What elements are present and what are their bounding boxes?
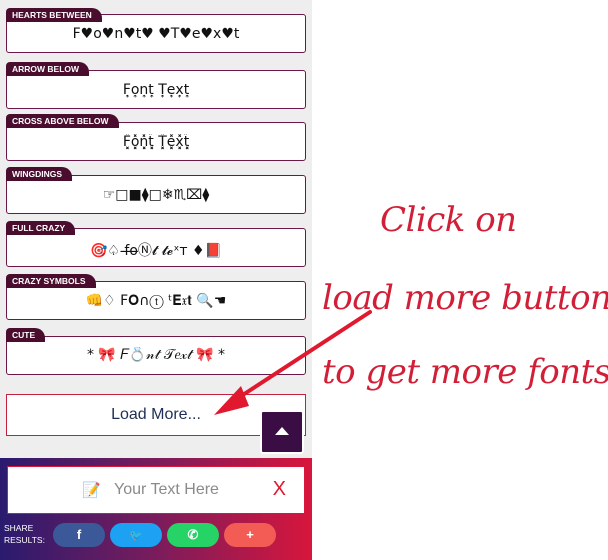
callout-arrow-icon xyxy=(214,310,372,415)
